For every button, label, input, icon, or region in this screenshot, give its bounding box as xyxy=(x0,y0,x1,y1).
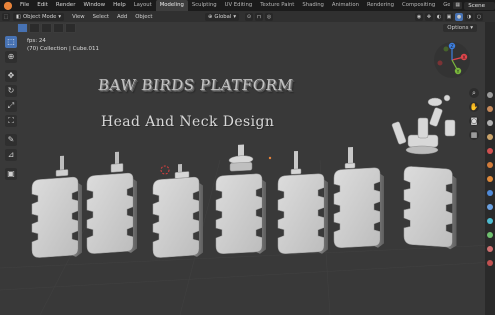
render-properties-icon[interactable] xyxy=(487,106,493,112)
annotate-icon[interactable]: ✎ xyxy=(5,134,17,146)
material-properties-icon[interactable] xyxy=(487,246,493,252)
world-properties-icon[interactable] xyxy=(487,162,493,168)
properties-tab-strip xyxy=(485,22,495,315)
scene-title-3d-text[interactable]: BAW BIRDS PLATFORM xyxy=(97,76,294,94)
neck-plate-2 xyxy=(86,151,138,257)
move-icon[interactable]: ✥ xyxy=(5,70,17,82)
tool-properties-icon[interactable] xyxy=(487,92,493,98)
object-data-icon[interactable] xyxy=(487,232,493,238)
physics-properties-icon[interactable] xyxy=(487,218,493,224)
grid-icon[interactable]: ▦ xyxy=(469,130,479,140)
measure-icon[interactable]: ⊿ xyxy=(5,149,17,161)
neck-plate-7 xyxy=(403,165,458,251)
neck-plate-4 xyxy=(215,144,267,257)
transform-icon[interactable]: ⛶ xyxy=(5,115,17,127)
modifier-properties-icon[interactable] xyxy=(487,190,493,196)
neck-plate-1 xyxy=(31,155,83,261)
texture-properties-icon[interactable] xyxy=(487,260,493,266)
fps-readout: fps: 24 xyxy=(27,38,46,44)
collection-info: (70) Collection | Cube.011 xyxy=(27,46,100,52)
navigation-gizmo[interactable]: X Y Z xyxy=(432,40,472,80)
cursor-icon[interactable]: ⊕ xyxy=(5,51,17,63)
object-properties-icon[interactable] xyxy=(487,176,493,182)
object-origin xyxy=(268,156,272,160)
neck-plate-6 xyxy=(333,147,385,251)
hand-icon[interactable]: ✋ xyxy=(469,102,479,112)
neck-plate-3 xyxy=(152,163,204,261)
view-layer-icon[interactable] xyxy=(487,134,493,140)
camera-icon[interactable]: ◙ xyxy=(469,116,479,126)
viewport-overlay-info: fps: 24 (70) Collection | Cube.011 xyxy=(27,37,99,53)
gizmo-neg-y-axis xyxy=(443,46,449,52)
add-cube-icon[interactable]: ▣ xyxy=(5,168,17,180)
scene-properties-icon[interactable] xyxy=(487,148,493,154)
particles-properties-icon[interactable] xyxy=(487,204,493,210)
head-mechanism xyxy=(391,94,456,155)
zoom-icon[interactable]: ⌕ xyxy=(469,88,479,98)
scene-subtitle-3d-text[interactable]: Head And Neck Design xyxy=(101,114,274,130)
gizmo-z-label: Z xyxy=(450,44,453,50)
gizmo-x-label: X xyxy=(462,55,465,61)
select-box-icon[interactable]: ⬚ xyxy=(5,36,17,48)
rotate-icon[interactable]: ↻ xyxy=(5,85,17,97)
gizmo-neg-x-axis xyxy=(437,60,443,66)
left-toolbar: ⬚ ⊕ ✥ ↻ ⤢ ⛶ ✎ ⊿ ▣ xyxy=(4,36,18,183)
scale-icon[interactable]: ⤢ xyxy=(5,100,17,112)
3d-cursor[interactable] xyxy=(160,165,170,175)
gizmo-y-label: Y xyxy=(456,69,460,75)
output-properties-icon[interactable] xyxy=(487,120,493,126)
